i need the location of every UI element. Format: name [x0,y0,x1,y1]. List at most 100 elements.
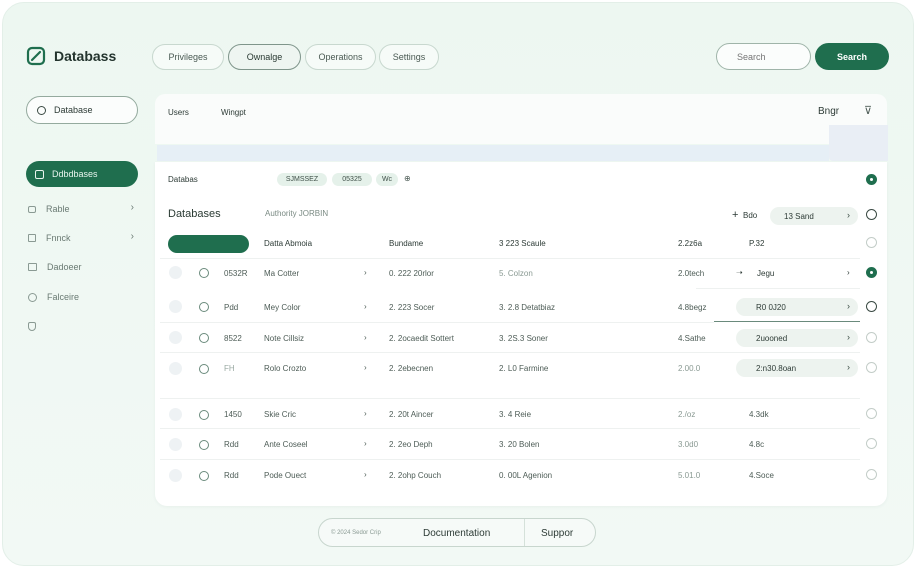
table-cell-scale: 5. Colzon [499,269,533,278]
row-checkbox[interactable] [169,469,182,482]
col-header-status[interactable]: P.32 [749,239,764,248]
sidebar-item-extra[interactable] [28,317,138,335]
header-right-label[interactable]: Bngr [818,106,839,117]
sidebar-item-label: Dadoeer [47,262,82,272]
row-radio[interactable] [866,469,877,480]
table-cell-name: Ante Coseel [264,440,308,449]
table-cell-status-pill[interactable]: 2:n30.8oan › [736,359,858,377]
row-radio[interactable] [866,301,877,312]
support-link[interactable]: Suppor [541,528,573,539]
row-checkbox[interactable] [169,300,182,313]
section-chip-2[interactable]: 05325 [332,173,372,186]
table-cell-scale: 0. 00L Agenion [499,471,553,480]
row-divider [160,428,860,429]
row-checkbox[interactable] [169,362,182,375]
table-cell-scale: 2. L0 Farmine [499,364,549,373]
tab-privileges[interactable]: Privileges [152,44,224,70]
table-cell-owner: 2. 2eo Deph [389,440,433,449]
row-checkbox[interactable] [169,331,182,344]
sidebar-item-rable[interactable]: Rable › [28,200,138,218]
sort-select-label: 13 Sand [784,211,814,221]
head-radio[interactable] [866,237,877,248]
col-header-name[interactable]: Datta Abmoia [264,239,312,248]
col-header-owner[interactable]: Bundame [389,239,423,248]
select-all-button[interactable] [168,235,249,253]
table-cell-status: Jegu [757,269,775,278]
chevron-right-icon[interactable]: › [364,363,367,372]
title-radio[interactable] [866,209,877,220]
plus-icon[interactable]: + [732,209,738,221]
chevron-right-icon[interactable]: › [364,333,367,342]
folder-icon [28,263,37,271]
row-radio[interactable] [866,362,877,373]
leaf-logo-icon [26,46,46,66]
panel-header [155,94,887,144]
database-select[interactable]: Database [26,96,138,124]
filter-icon[interactable]: ⊽ [864,104,872,117]
table-cell-name: Skie Cric [264,410,297,419]
row-status-icon [199,440,209,450]
chevron-right-icon[interactable]: › [364,302,367,311]
row-radio[interactable] [866,408,877,419]
chevron-right-icon[interactable]: › [364,409,367,418]
header-wingpt[interactable]: Wingpt [221,108,246,117]
row-checkbox[interactable] [169,408,182,421]
chevron-right-icon[interactable]: › [847,268,850,277]
chevron-right-icon: › [847,210,850,220]
chevron-right-icon[interactable]: › [364,470,367,479]
col-header-size[interactable]: 2.2z6a [678,239,702,248]
add-button[interactable]: Bdo [743,211,757,220]
table-cell-status: 2:n30.8oan [756,363,797,373]
row-status-icon [199,333,209,343]
table-cell-scale: 3. 20 Bolen [499,440,540,449]
tab-operations[interactable]: Operations [305,44,376,70]
brand-name: Databass [54,48,117,64]
table-cell-size: 2.00.0 [678,364,701,373]
chevron-right-icon[interactable]: › [364,268,367,277]
lock-icon [28,234,36,242]
row-radio[interactable] [866,332,877,343]
chevron-right-icon[interactable]: › [364,439,367,448]
table-cell-name: Note Cillsiz [264,334,305,343]
search-button[interactable]: Search [815,43,889,70]
row-checkbox[interactable] [169,266,182,279]
database-circle-icon [37,105,46,115]
chevron-right-icon: › [130,202,134,213]
sidebar-item-databases[interactable]: Ddbdbases [26,161,138,187]
sidebar-item-falceire[interactable]: Falceire [28,288,138,306]
row-divider [160,322,714,323]
sort-select[interactable]: 13 Sand › [770,207,858,225]
table-cell-size: 3.0d0 [678,440,699,449]
row-checkbox[interactable] [169,438,182,451]
row-radio[interactable] [866,438,877,449]
header-users[interactable]: Users [168,108,189,117]
table-cell-id: Rdd [224,440,239,449]
chevron-right-icon: › [847,301,850,311]
tab-settings[interactable]: Settings [379,44,439,70]
table-cell-status-pill[interactable]: R0 0J20 › [736,298,858,316]
row-radio[interactable] [866,267,877,278]
section-radio[interactable] [866,174,877,185]
col-header-scale[interactable]: 3 223 Scaule [499,239,546,248]
section-label: Databas [168,175,198,184]
sidebar-item-dadoeer[interactable]: Dadoeer [28,258,138,276]
documentation-link[interactable]: Documentation [423,528,490,539]
table-cell-status: R0 0J20 [756,302,786,312]
table-cell-owner: 2. 20t Aincer [389,410,434,419]
brand[interactable]: Databass [26,46,116,66]
section-chip-3[interactable]: Wc [376,173,398,186]
table-cell-id: Rdd [224,471,239,480]
section-extra-icon[interactable]: ⊕ [404,174,411,183]
sidebar-item-fnnck[interactable]: Fnnck › [28,229,138,247]
row-divider [160,459,860,460]
row-status-icon [199,471,209,481]
row-divider [160,352,860,353]
table-cell-size: 2.0tech [678,269,705,278]
table-cell-id: 1450 [224,410,242,419]
table-cell-size: 2./oz [678,410,696,419]
authority-subtitle: Authority JORBIN [265,209,329,218]
tab-ownalge[interactable]: Ownalge [228,44,301,70]
section-chip-1[interactable]: SJMSSEZ [277,173,327,186]
table-cell-status-pill[interactable]: 2uooned › [736,329,858,347]
search-input[interactable] [716,43,811,70]
